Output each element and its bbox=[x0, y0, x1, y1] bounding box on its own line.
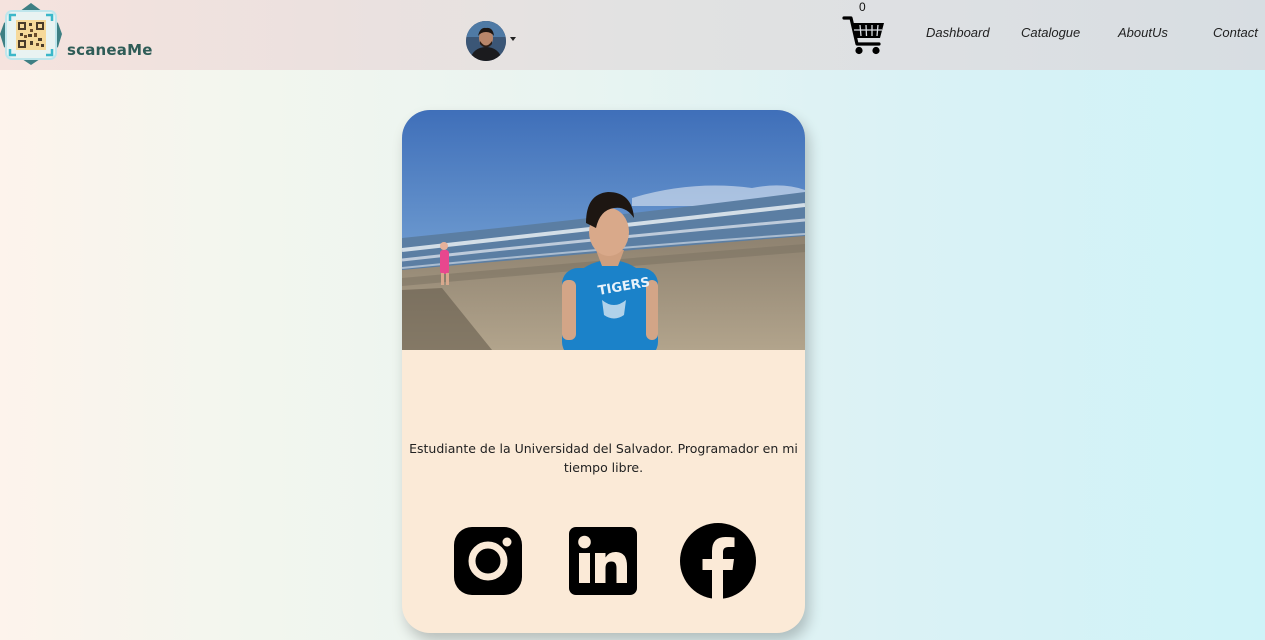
instagram-link[interactable] bbox=[449, 522, 527, 600]
user-menu-toggle[interactable] bbox=[466, 21, 518, 63]
nav-link-aboutus[interactable]: AboutUs bbox=[1118, 25, 1168, 40]
brand-name: scaneaMe bbox=[67, 41, 153, 59]
shopping-cart-button[interactable]: 0 bbox=[840, 0, 888, 60]
linkedin-icon bbox=[569, 527, 637, 595]
qr-code-icon bbox=[0, 3, 62, 65]
profile-photo: TIGERS bbox=[402, 110, 805, 350]
brand-logo-link[interactable]: scaneaMe bbox=[0, 0, 160, 70]
caret-down-icon bbox=[510, 37, 516, 41]
nav-link-contact[interactable]: Contact bbox=[1213, 25, 1258, 40]
linkedin-link[interactable] bbox=[564, 522, 642, 600]
nav-link-catalogue[interactable]: Catalogue bbox=[1021, 25, 1080, 40]
nav-link-dashboard[interactable]: Dashboard bbox=[926, 25, 990, 40]
facebook-link[interactable] bbox=[679, 522, 757, 600]
user-avatar bbox=[466, 21, 506, 61]
profile-bio: Estudiante de la Universidad del Salvado… bbox=[409, 441, 798, 475]
top-navbar: scaneaMe 0 Dashboard Catalogue AboutUs C… bbox=[0, 0, 1265, 70]
shopping-cart-icon bbox=[842, 16, 884, 55]
profile-card: TIGERS Estudiante de la Universidad del … bbox=[402, 110, 805, 633]
facebook-icon bbox=[680, 523, 756, 599]
cart-count: 0 bbox=[859, 0, 866, 14]
instagram-icon bbox=[454, 527, 522, 595]
